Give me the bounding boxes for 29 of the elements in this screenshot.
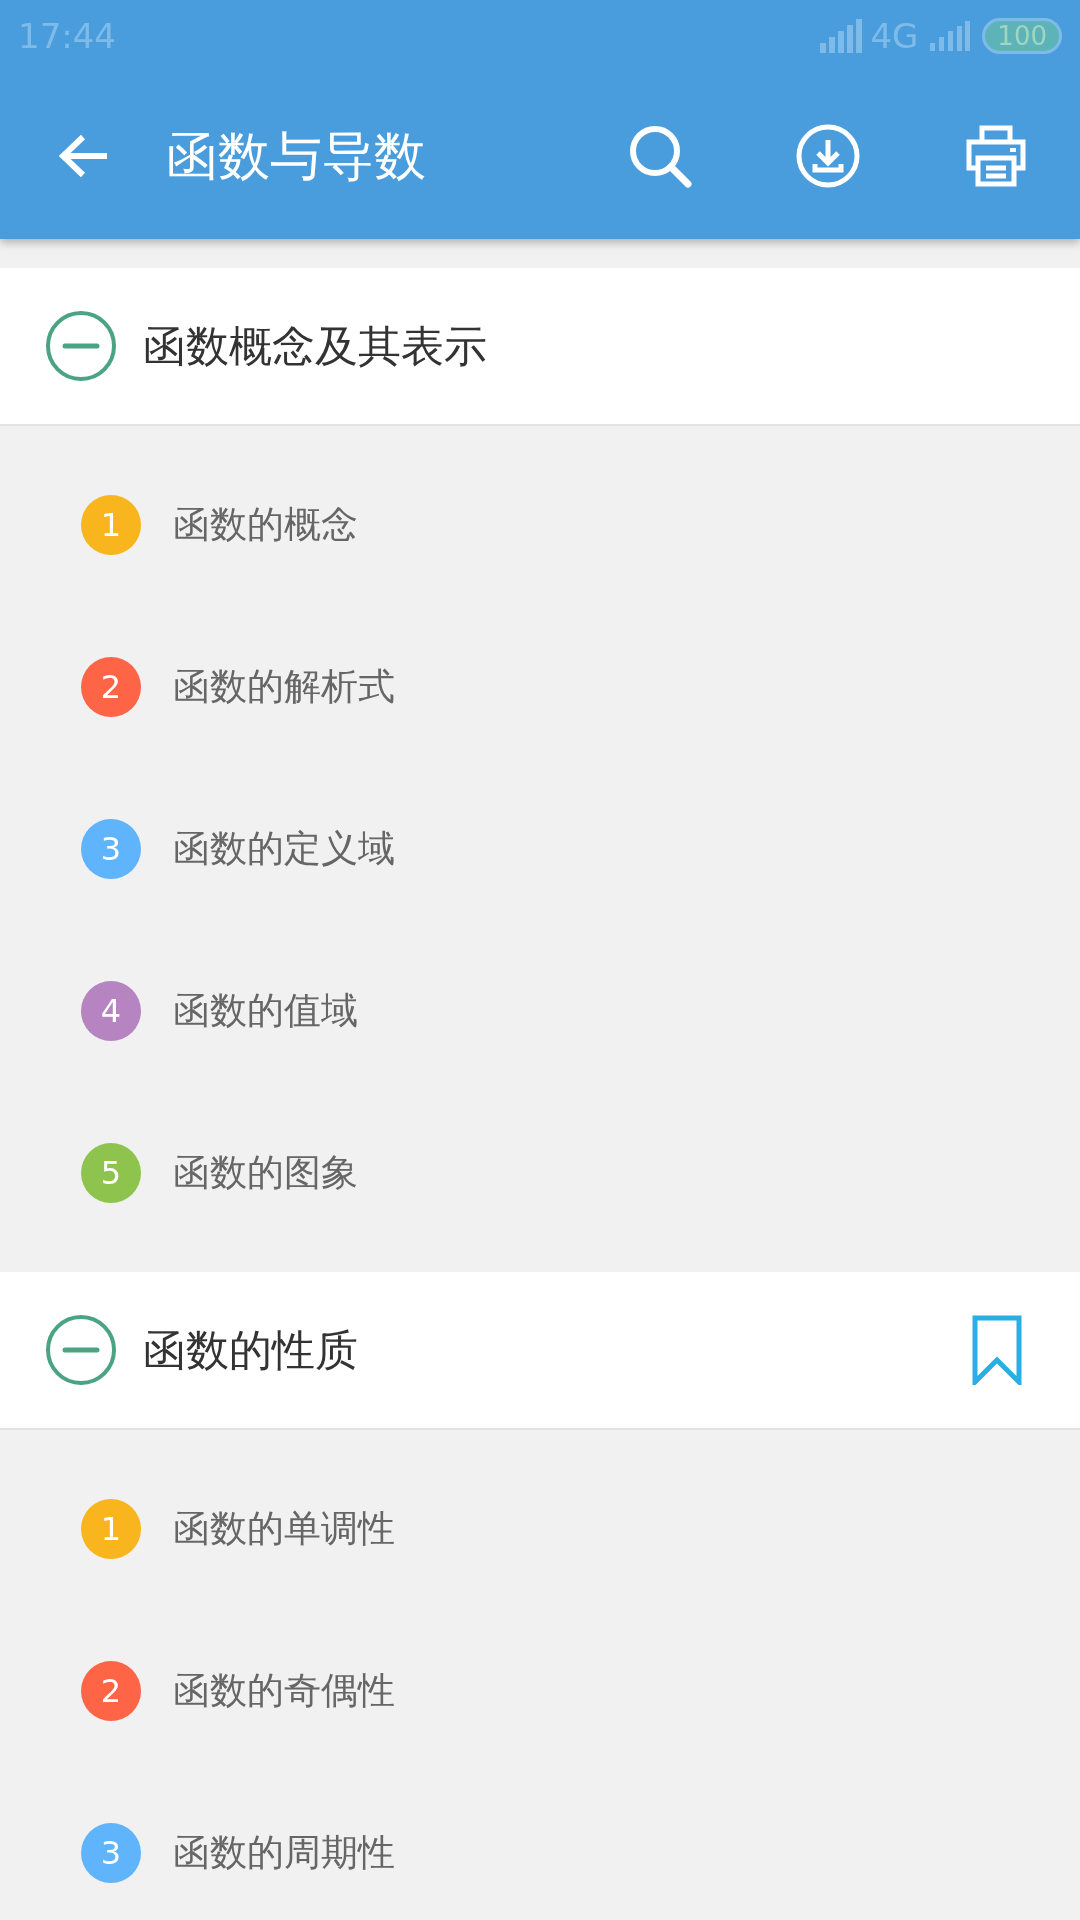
topic-item[interactable]: 函数的周期性	[173, 1825, 395, 1881]
number-badge: 2	[81, 1661, 141, 1721]
section-title: 函数概念及其表示	[143, 319, 488, 373]
topic-item[interactable]: 函数的图象	[173, 1145, 358, 1201]
number-badge: 5	[81, 1143, 141, 1203]
topic-item[interactable]: 函数的概念	[173, 497, 358, 553]
number-badge: 3	[81, 1823, 141, 1883]
topic-item[interactable]: 函数的定义域	[173, 821, 395, 877]
topic-item[interactable]: 函数的值域	[173, 983, 358, 1039]
section-header[interactable]: 函数概念及其表示	[0, 268, 1080, 426]
search-icon	[628, 123, 692, 188]
signal-icon	[818, 19, 863, 53]
topic-item[interactable]: 函数的单调性	[173, 1501, 395, 1557]
number-badge: 2	[81, 657, 141, 717]
number-badge: 1	[81, 495, 141, 555]
number-badge: 3	[81, 819, 141, 879]
topic-item[interactable]: 函数的奇偶性	[173, 1663, 395, 1719]
signal-icon	[930, 21, 971, 51]
number-badge: 1	[81, 1499, 141, 1559]
battery-level: 100	[982, 18, 1062, 54]
topic-item[interactable]: 函数的解析式	[173, 659, 395, 715]
section-title: 函数的性质	[143, 1323, 359, 1377]
number-badge: 4	[81, 981, 141, 1041]
printer-icon	[964, 123, 1028, 188]
bookmark-icon[interactable]	[972, 1315, 1022, 1385]
back-icon	[59, 133, 109, 178]
section-header[interactable]: 函数的性质	[0, 1272, 1080, 1430]
download-icon	[796, 123, 860, 188]
page-title: 函数与导数	[166, 124, 427, 188]
